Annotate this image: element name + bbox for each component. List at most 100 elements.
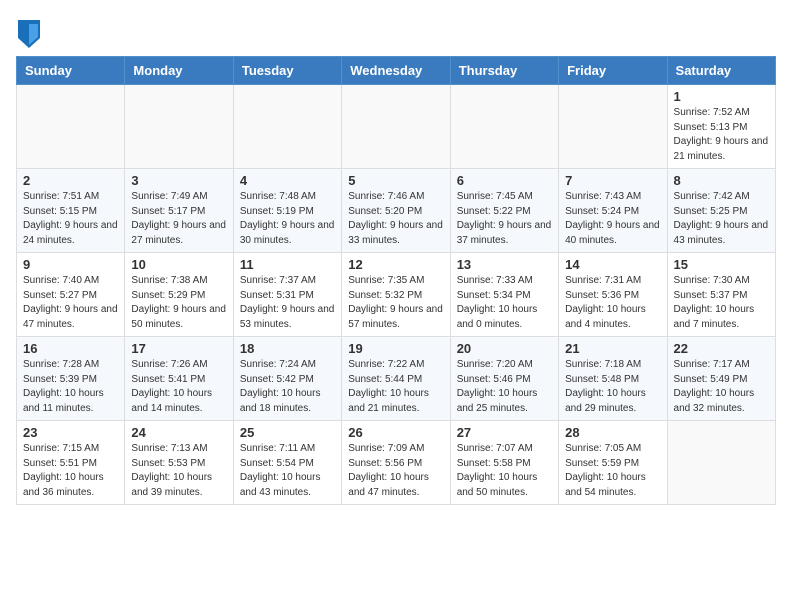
day-number: 4 [240, 173, 335, 188]
day-info: Sunrise: 7:51 AM Sunset: 5:15 PM Dayligh… [23, 190, 118, 248]
weekday-header-saturday: Saturday [667, 57, 775, 85]
calendar-cell: 2 Sunrise: 7:51 AM Sunset: 5:15 PM Daylig… [17, 169, 125, 253]
calendar-cell: 20 Sunrise: 7:20 AM Sunset: 5:46 PM Dayli… [450, 337, 558, 421]
weekday-header-sunday: Sunday [17, 57, 125, 85]
day-number: 7 [565, 173, 660, 188]
day-number: 1 [674, 89, 769, 104]
day-info: Sunrise: 7:42 AM Sunset: 5:25 PM Dayligh… [674, 190, 769, 248]
day-number: 13 [457, 257, 552, 272]
day-info: Sunrise: 7:37 AM Sunset: 5:31 PM Dayligh… [240, 274, 335, 332]
day-number: 5 [348, 173, 443, 188]
calendar-cell: 1 Sunrise: 7:52 AM Sunset: 5:13 PM Daylig… [667, 85, 775, 169]
calendar-table: SundayMondayTuesdayWednesdayThursdayFrid… [16, 56, 776, 505]
calendar-cell: 6 Sunrise: 7:45 AM Sunset: 5:22 PM Daylig… [450, 169, 558, 253]
calendar-cell: 19 Sunrise: 7:22 AM Sunset: 5:44 PM Dayli… [342, 337, 450, 421]
day-info: Sunrise: 7:46 AM Sunset: 5:20 PM Dayligh… [348, 190, 443, 248]
calendar-week-row: 16 Sunrise: 7:28 AM Sunset: 5:39 PM Dayli… [17, 337, 776, 421]
day-info: Sunrise: 7:24 AM Sunset: 5:42 PM Dayligh… [240, 358, 335, 416]
day-info: Sunrise: 7:11 AM Sunset: 5:54 PM Dayligh… [240, 442, 335, 500]
day-info: Sunrise: 7:31 AM Sunset: 5:36 PM Dayligh… [565, 274, 660, 332]
day-info: Sunrise: 7:38 AM Sunset: 5:29 PM Dayligh… [131, 274, 226, 332]
calendar-cell: 17 Sunrise: 7:26 AM Sunset: 5:41 PM Dayli… [125, 337, 233, 421]
day-number: 22 [674, 341, 769, 356]
calendar-cell: 28 Sunrise: 7:05 AM Sunset: 5:59 PM Dayli… [559, 421, 667, 505]
day-info: Sunrise: 7:05 AM Sunset: 5:59 PM Dayligh… [565, 442, 660, 500]
day-info: Sunrise: 7:22 AM Sunset: 5:44 PM Dayligh… [348, 358, 443, 416]
day-number: 11 [240, 257, 335, 272]
calendar-cell: 11 Sunrise: 7:37 AM Sunset: 5:31 PM Dayli… [233, 253, 341, 337]
calendar-cell [450, 85, 558, 169]
day-number: 18 [240, 341, 335, 356]
day-number: 26 [348, 425, 443, 440]
calendar-cell: 25 Sunrise: 7:11 AM Sunset: 5:54 PM Dayli… [233, 421, 341, 505]
day-number: 19 [348, 341, 443, 356]
day-number: 16 [23, 341, 118, 356]
day-info: Sunrise: 7:52 AM Sunset: 5:13 PM Dayligh… [674, 106, 769, 164]
calendar-cell: 3Sunrise: 7:49 AM Sunset: 5:17 PM Daylig… [125, 169, 233, 253]
day-number: 9 [23, 257, 118, 272]
weekday-header-monday: Monday [125, 57, 233, 85]
day-info: Sunrise: 7:15 AM Sunset: 5:51 PM Dayligh… [23, 442, 118, 500]
calendar-header-row: SundayMondayTuesdayWednesdayThursdayFrid… [17, 57, 776, 85]
day-number: 14 [565, 257, 660, 272]
calendar-cell: 26 Sunrise: 7:09 AM Sunset: 5:56 PM Dayli… [342, 421, 450, 505]
day-number: 20 [457, 341, 552, 356]
calendar-cell: 22Sunrise: 7:17 AM Sunset: 5:49 PM Dayli… [667, 337, 775, 421]
day-number: 27 [457, 425, 552, 440]
day-info: Sunrise: 7:49 AM Sunset: 5:17 PM Dayligh… [131, 190, 226, 248]
calendar-cell: 12 Sunrise: 7:35 AM Sunset: 5:32 PM Dayli… [342, 253, 450, 337]
day-number: 21 [565, 341, 660, 356]
calendar-cell: 5 Sunrise: 7:46 AM Sunset: 5:20 PM Daylig… [342, 169, 450, 253]
day-number: 12 [348, 257, 443, 272]
calendar-cell: 16 Sunrise: 7:28 AM Sunset: 5:39 PM Dayli… [17, 337, 125, 421]
day-info: Sunrise: 7:18 AM Sunset: 5:48 PM Dayligh… [565, 358, 660, 416]
day-number: 8 [674, 173, 769, 188]
calendar-cell: 13 Sunrise: 7:33 AM Sunset: 5:34 PM Dayli… [450, 253, 558, 337]
calendar-cell: 18 Sunrise: 7:24 AM Sunset: 5:42 PM Dayli… [233, 337, 341, 421]
day-info: Sunrise: 7:20 AM Sunset: 5:46 PM Dayligh… [457, 358, 552, 416]
calendar-cell: 15 Sunrise: 7:30 AM Sunset: 5:37 PM Dayli… [667, 253, 775, 337]
calendar-cell [17, 85, 125, 169]
logo [16, 20, 40, 48]
calendar-cell [667, 421, 775, 505]
calendar-cell: 10Sunrise: 7:38 AM Sunset: 5:29 PM Dayli… [125, 253, 233, 337]
day-number: 2 [23, 173, 118, 188]
page-header [16, 16, 776, 48]
calendar-week-row: 2 Sunrise: 7:51 AM Sunset: 5:15 PM Daylig… [17, 169, 776, 253]
day-info: Sunrise: 7:07 AM Sunset: 5:58 PM Dayligh… [457, 442, 552, 500]
calendar-cell [342, 85, 450, 169]
day-number: 17 [131, 341, 226, 356]
calendar-cell: 23 Sunrise: 7:15 AM Sunset: 5:51 PM Dayli… [17, 421, 125, 505]
calendar-cell: 27 Sunrise: 7:07 AM Sunset: 5:58 PM Dayli… [450, 421, 558, 505]
day-info: Sunrise: 7:30 AM Sunset: 5:37 PM Dayligh… [674, 274, 769, 332]
calendar-week-row: 23 Sunrise: 7:15 AM Sunset: 5:51 PM Dayli… [17, 421, 776, 505]
calendar-cell: 7Sunrise: 7:43 AM Sunset: 5:24 PM Daylig… [559, 169, 667, 253]
day-number: 23 [23, 425, 118, 440]
weekday-header-friday: Friday [559, 57, 667, 85]
day-info: Sunrise: 7:40 AM Sunset: 5:27 PM Dayligh… [23, 274, 118, 332]
weekday-header-tuesday: Tuesday [233, 57, 341, 85]
day-info: Sunrise: 7:45 AM Sunset: 5:22 PM Dayligh… [457, 190, 552, 248]
calendar-cell: 4 Sunrise: 7:48 AM Sunset: 5:19 PM Daylig… [233, 169, 341, 253]
day-number: 6 [457, 173, 552, 188]
calendar-cell: 9 Sunrise: 7:40 AM Sunset: 5:27 PM Daylig… [17, 253, 125, 337]
day-info: Sunrise: 7:28 AM Sunset: 5:39 PM Dayligh… [23, 358, 118, 416]
day-info: Sunrise: 7:09 AM Sunset: 5:56 PM Dayligh… [348, 442, 443, 500]
day-number: 24 [131, 425, 226, 440]
weekday-header-thursday: Thursday [450, 57, 558, 85]
day-info: Sunrise: 7:35 AM Sunset: 5:32 PM Dayligh… [348, 274, 443, 332]
logo-icon [18, 20, 40, 48]
calendar-week-row: 1 Sunrise: 7:52 AM Sunset: 5:13 PM Daylig… [17, 85, 776, 169]
day-info: Sunrise: 7:26 AM Sunset: 5:41 PM Dayligh… [131, 358, 226, 416]
calendar-cell [125, 85, 233, 169]
calendar-cell: 14 Sunrise: 7:31 AM Sunset: 5:36 PM Dayli… [559, 253, 667, 337]
day-number: 25 [240, 425, 335, 440]
day-info: Sunrise: 7:33 AM Sunset: 5:34 PM Dayligh… [457, 274, 552, 332]
weekday-header-wednesday: Wednesday [342, 57, 450, 85]
calendar-cell: 24Sunrise: 7:13 AM Sunset: 5:53 PM Dayli… [125, 421, 233, 505]
day-number: 15 [674, 257, 769, 272]
day-info: Sunrise: 7:48 AM Sunset: 5:19 PM Dayligh… [240, 190, 335, 248]
calendar-week-row: 9 Sunrise: 7:40 AM Sunset: 5:27 PM Daylig… [17, 253, 776, 337]
day-number: 28 [565, 425, 660, 440]
calendar-cell: 8 Sunrise: 7:42 AM Sunset: 5:25 PM Daylig… [667, 169, 775, 253]
